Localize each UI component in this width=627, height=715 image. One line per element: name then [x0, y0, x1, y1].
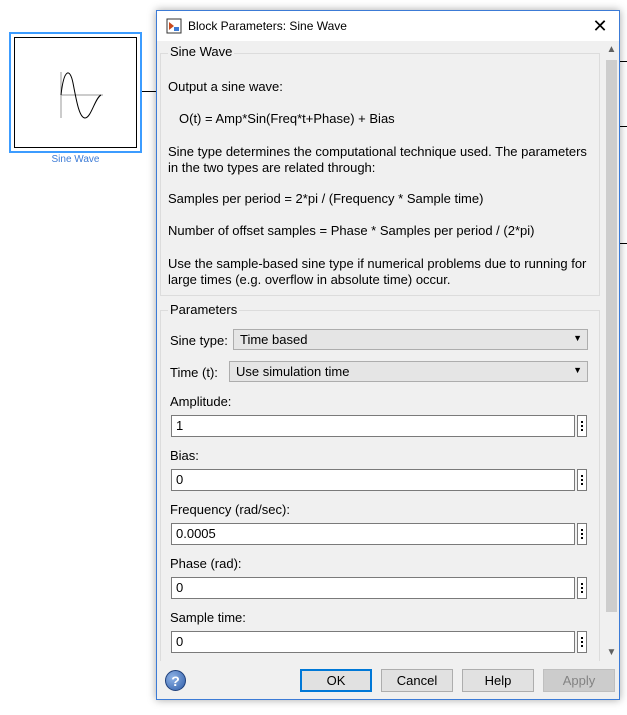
frequency-options-button[interactable] — [577, 523, 587, 545]
ok-button[interactable]: OK — [300, 669, 372, 692]
description-line: large times (e.g. overflow in absolute t… — [168, 272, 451, 287]
help-button[interactable]: Help — [462, 669, 534, 692]
dialog-button-bar: ? OK Cancel Help Apply — [157, 661, 619, 699]
phase-options-button[interactable] — [577, 577, 587, 599]
block-label[interactable]: Sine Wave — [9, 154, 142, 165]
amplitude-label: Amplitude: — [170, 394, 232, 409]
sample-time-input[interactable]: 0 — [171, 631, 575, 653]
vertical-scrollbar[interactable]: ▲ ▼ — [604, 41, 619, 661]
scroll-up-icon[interactable]: ▲ — [604, 41, 619, 58]
dialog-title: Block Parameters: Sine Wave — [188, 19, 347, 33]
scroll-down-icon[interactable]: ▼ — [604, 644, 619, 661]
sine-type-value: Time based — [240, 332, 308, 347]
description-group-title: Sine Wave — [168, 44, 235, 59]
block-output-port — [142, 91, 156, 92]
signal-line — [620, 126, 627, 127]
chevron-down-icon: ▼ — [573, 365, 582, 375]
sine-type-label: Sine type: — [170, 333, 228, 348]
simulink-block-icon — [166, 18, 182, 34]
cancel-button[interactable]: Cancel — [381, 669, 453, 692]
description-line: Output a sine wave: — [168, 79, 283, 94]
phase-label: Phase (rad): — [170, 556, 242, 571]
sine-wave-icon — [60, 72, 103, 119]
time-value: Use simulation time — [236, 364, 350, 379]
description-line: in the two types are related through: — [168, 160, 376, 175]
signal-line — [620, 61, 627, 62]
scroll-thumb[interactable] — [606, 60, 617, 612]
bias-label: Bias: — [170, 448, 199, 463]
amplitude-input[interactable]: 1 — [171, 415, 575, 437]
description-line: Use the sample-based sine type if numeri… — [168, 256, 587, 271]
signal-line — [620, 243, 627, 244]
bias-options-button[interactable] — [577, 469, 587, 491]
chevron-down-icon: ▼ — [573, 333, 582, 343]
phase-input[interactable]: 0 — [171, 577, 575, 599]
description-formula: O(t) = Amp*Sin(Freq*t+Phase) + Bias — [179, 111, 395, 126]
time-label: Time (t): — [170, 365, 218, 380]
sine-wave-block[interactable] — [9, 32, 142, 153]
frequency-input[interactable]: 0.0005 — [171, 523, 575, 545]
description-line: Number of offset samples = Phase * Sampl… — [168, 223, 535, 238]
time-dropdown[interactable]: Use simulation time ▼ — [229, 361, 588, 382]
close-button[interactable]: ✕ — [581, 11, 619, 41]
close-icon: ✕ — [592, 15, 608, 36]
sample-time-label: Sample time: — [170, 610, 246, 625]
title-bar[interactable]: Block Parameters: Sine Wave ✕ — [157, 11, 619, 41]
description-line: Sine type determines the computational t… — [168, 144, 587, 159]
apply-button[interactable]: Apply — [543, 669, 615, 692]
parameters-group-title: Parameters — [168, 302, 240, 317]
help-icon[interactable]: ? — [165, 670, 186, 691]
dialog-content: Sine Wave Output a sine wave: O(t) = Amp… — [157, 41, 604, 661]
bias-input[interactable]: 0 — [171, 469, 575, 491]
amplitude-options-button[interactable] — [577, 415, 587, 437]
description-line: Samples per period = 2*pi / (Frequency *… — [168, 191, 484, 206]
sine-type-dropdown[interactable]: Time based ▼ — [233, 329, 588, 350]
block-parameters-dialog: Block Parameters: Sine Wave ✕ Sine Wave … — [156, 10, 620, 700]
sample-time-options-button[interactable] — [577, 631, 587, 653]
frequency-label: Frequency (rad/sec): — [170, 502, 290, 517]
